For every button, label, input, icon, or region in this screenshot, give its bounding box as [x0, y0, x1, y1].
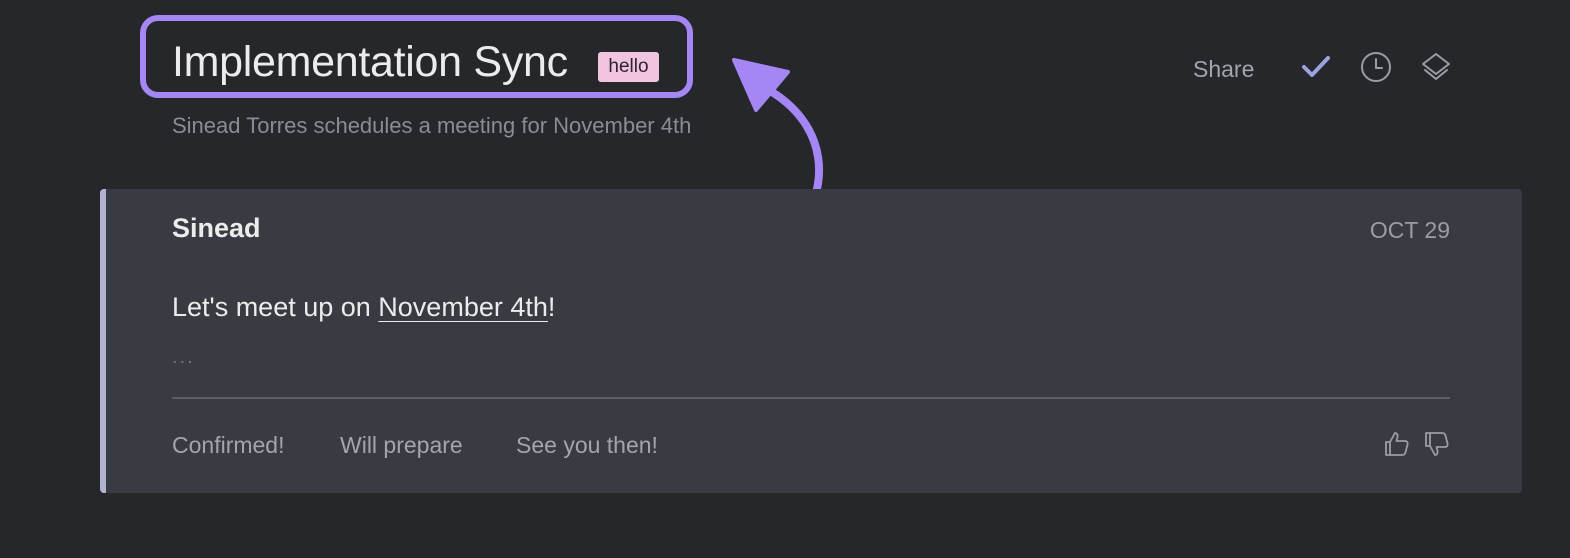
message-suffix: !: [547, 292, 556, 322]
clock-icon[interactable]: [1359, 50, 1393, 84]
quick-reply-confirmed[interactable]: Confirmed!: [172, 431, 284, 459]
date-link[interactable]: November 4th: [378, 292, 548, 322]
thumbs-down-icon[interactable]: [1422, 429, 1452, 459]
page-subtitle: Sinead Torres schedules a meeting for No…: [172, 113, 692, 138]
message-text: Let's meet up on November 4th!: [172, 291, 555, 323]
quick-reply-see-you-then[interactable]: See you then!: [516, 431, 658, 459]
message-prefix: Let's meet up on: [172, 292, 379, 322]
message-card: Sinead OCT 29 Let's meet up on November …: [100, 189, 1522, 493]
page-title: Implementation Sync: [172, 38, 568, 86]
message-author: Sinead: [172, 213, 261, 243]
layers-icon[interactable]: [1419, 50, 1453, 84]
card-divider: [172, 397, 1450, 399]
share-button[interactable]: Share: [1193, 55, 1254, 83]
thumbs-up-icon[interactable]: [1382, 429, 1412, 459]
card-accent-bar: [100, 189, 106, 493]
expand-ellipsis[interactable]: ...: [172, 347, 195, 367]
message-date: OCT 29: [1369, 217, 1450, 243]
tag-badge[interactable]: hello: [598, 52, 659, 82]
quick-reply-will-prepare[interactable]: Will prepare: [340, 431, 463, 459]
check-icon[interactable]: [1299, 50, 1333, 84]
